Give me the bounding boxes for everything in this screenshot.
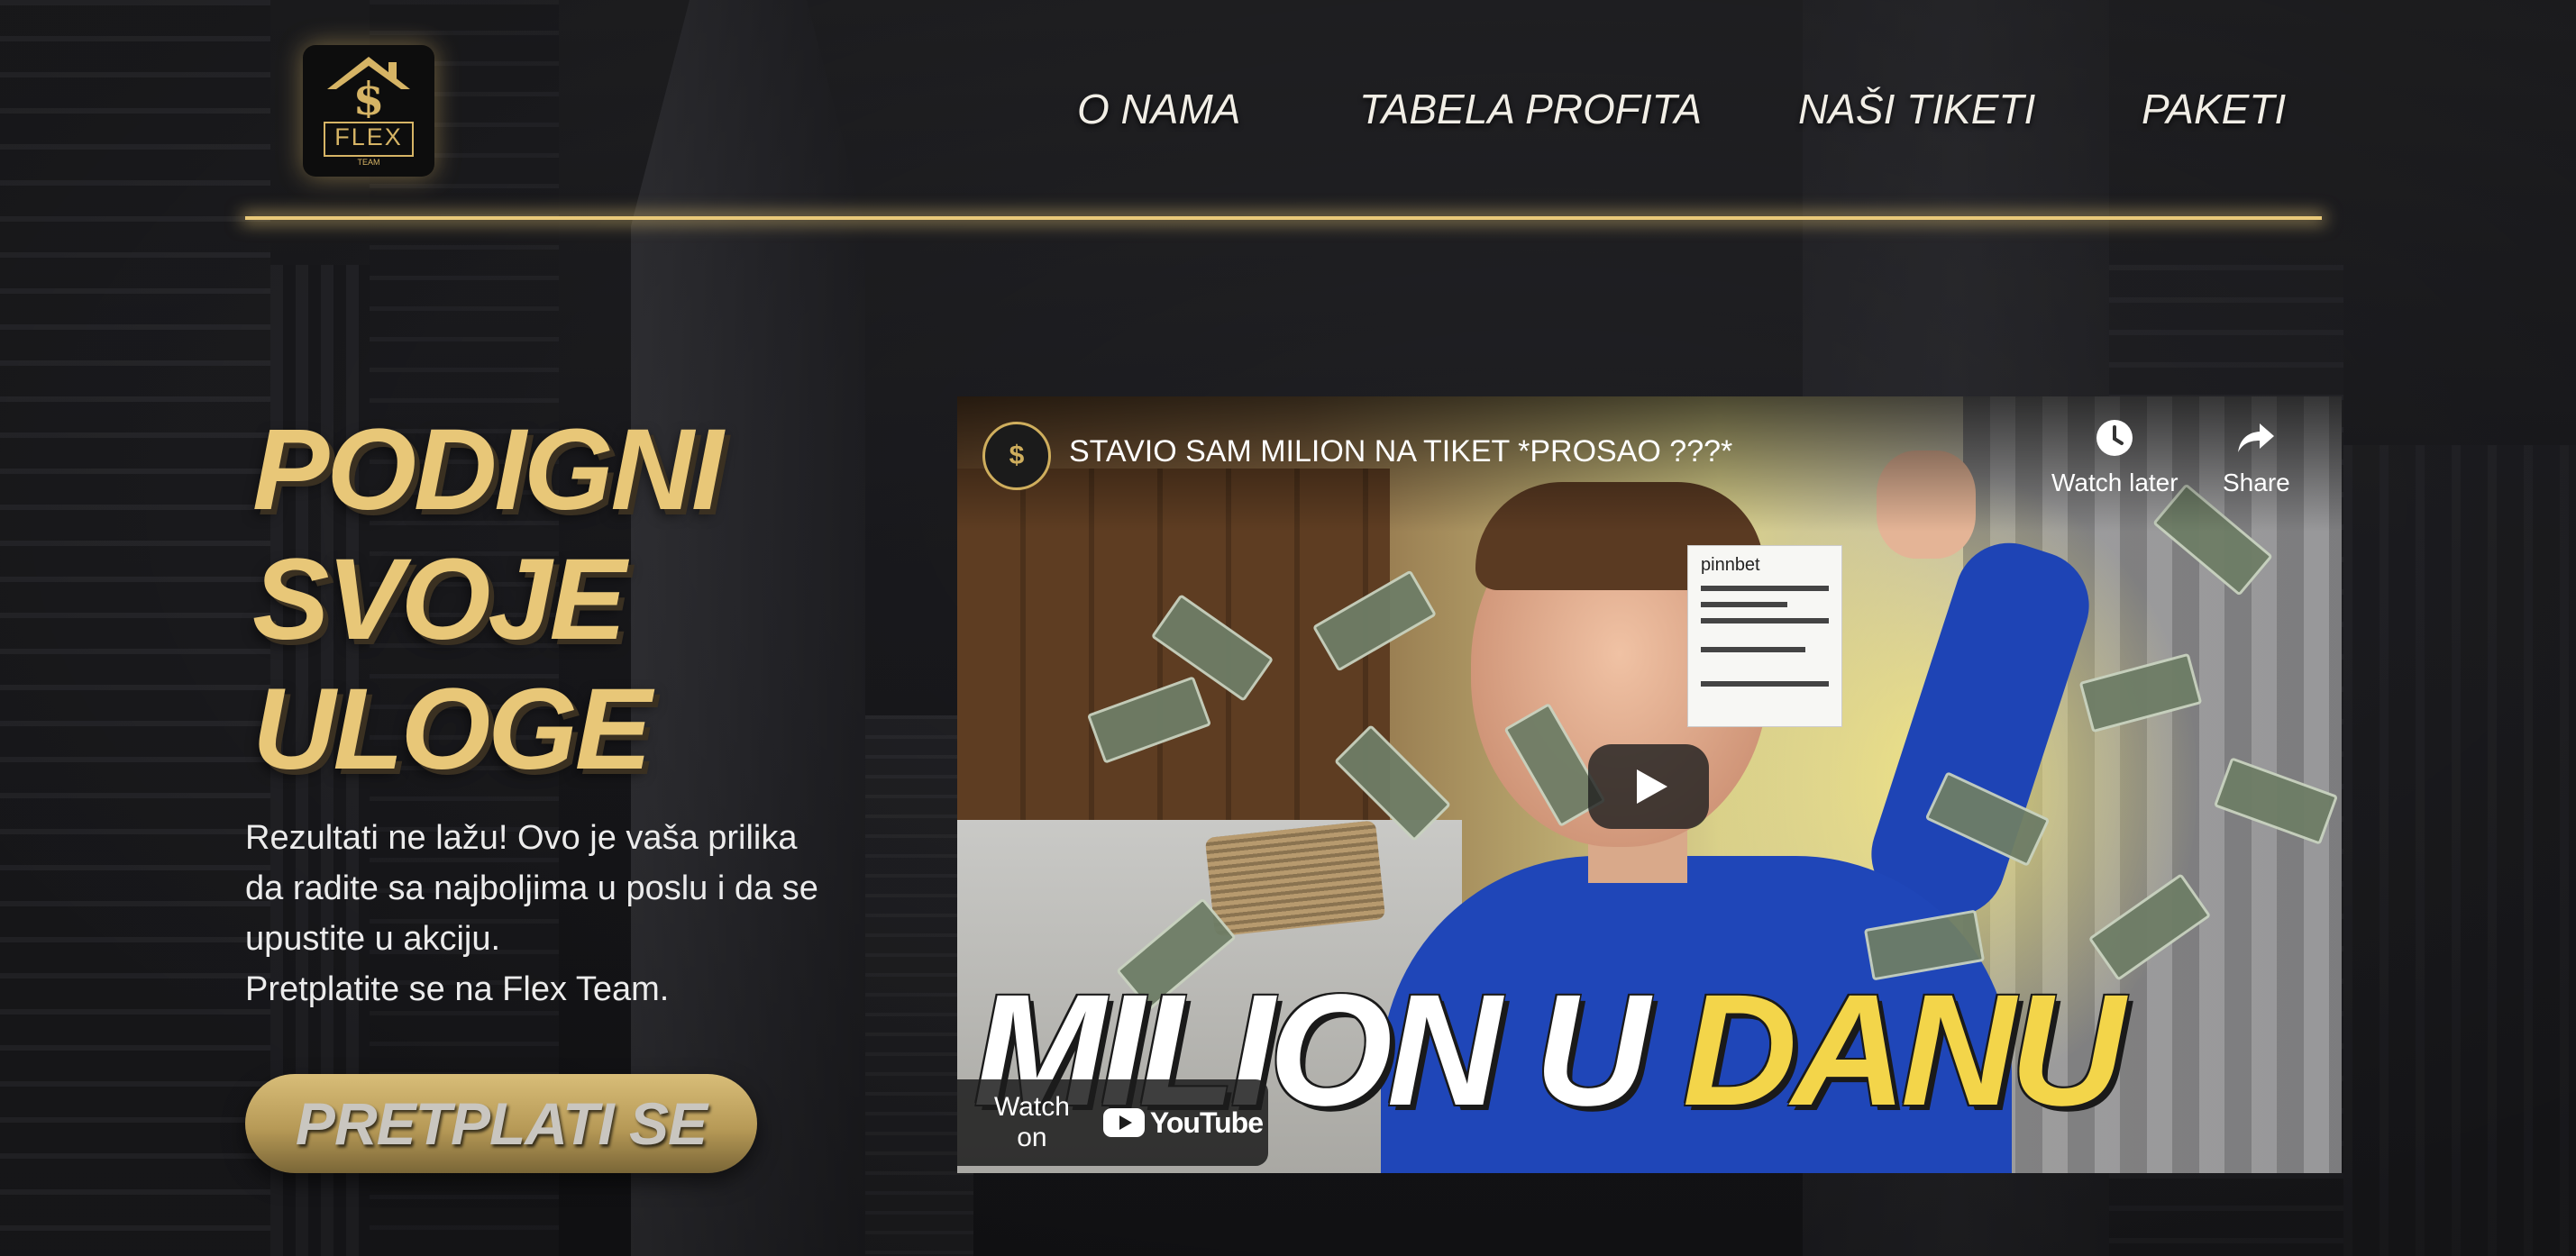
nav-item-nasi-tiketi[interactable]: NAŠI TIKETI [1798,85,2035,133]
youtube-logo: YouTube [1102,1106,1264,1140]
nav-item-paketi[interactable]: PAKETI [2142,85,2286,133]
youtube-play-icon [1102,1108,1145,1137]
clock-icon [2096,420,2133,456]
betting-ticket: pinnbet [1687,545,1842,727]
watch-later-button[interactable]: Watch later [2051,416,2179,497]
logo-text: FLEX [334,123,403,150]
subscribe-button[interactable]: PRETPLATI SE [245,1074,757,1173]
cash-stack [1204,820,1386,937]
channel-avatar[interactable]: $ [982,422,1051,490]
logo-subtext: TEAM [357,158,380,167]
hero-description: Rezultati ne lažu! Ovo je vaša prilika d… [245,819,818,1008]
flex-team-logo[interactable]: $ FLEX TEAM [303,45,434,177]
hero-title: PODIGNI SVOJE ULOGE [252,405,723,794]
share-arrow-icon [2238,423,2275,452]
play-button[interactable] [1588,744,1709,829]
nav-item-tabela-profita[interactable]: TABELA PROFITA [1359,85,1702,133]
header-divider [245,216,2322,220]
svg-text:$: $ [353,72,385,118]
share-label: Share [2223,469,2290,496]
house-dollar-icon: $ [327,57,410,118]
watch-on-label: Watch on [993,1092,1070,1152]
video-title[interactable]: STAVIO SAM MILION NA TIKET *PROSAO ???* [1069,434,1732,469]
share-button[interactable]: Share [2223,416,2290,497]
nav-item-o-nama[interactable]: O NAMA [1077,85,1240,133]
watch-on-youtube-button[interactable]: Watch on YouTube [957,1079,1268,1166]
watch-later-label: Watch later [2051,469,2179,496]
youtube-video-embed[interactable]: pinnbet MILION U DANU $ STAVIO SAM MILIO… [957,396,2342,1173]
